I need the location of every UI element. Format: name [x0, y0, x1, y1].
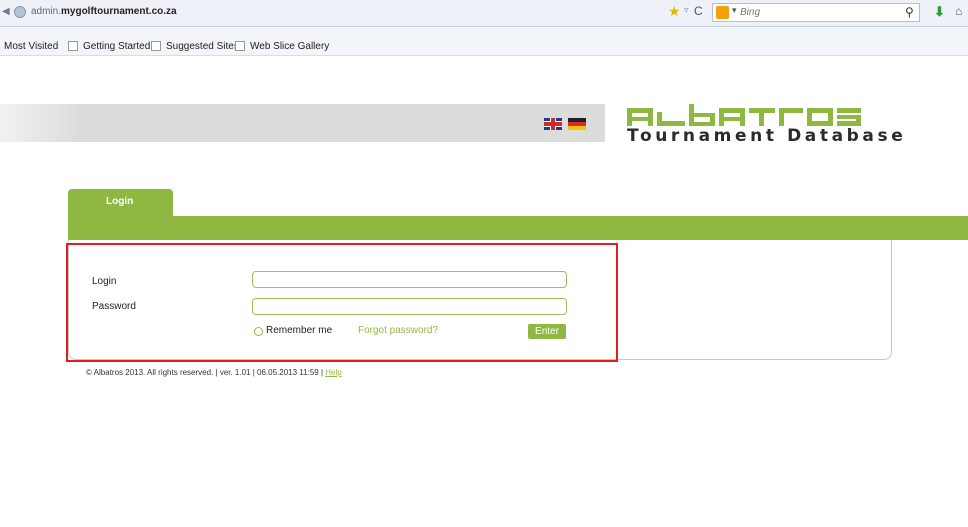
footer: © Albatros 2013. All rights reserved. | …	[86, 368, 342, 377]
address-bar[interactable]: admin.mygolftournament.co.za	[31, 6, 177, 17]
tab-band	[68, 216, 968, 240]
forgot-password-link[interactable]: Forgot password?	[358, 325, 438, 336]
bookmarks-toolbar: Most Visited Getting Started Suggested S…	[0, 27, 968, 56]
search-box[interactable]: ▾ ⚲	[712, 3, 920, 22]
page-icon	[235, 41, 245, 51]
remember-me-radio[interactable]	[254, 327, 263, 336]
bookmark-star-icon[interactable]: ★	[668, 3, 681, 20]
password-input[interactable]	[252, 298, 567, 315]
help-link[interactable]: Help	[325, 368, 341, 377]
page-icon	[151, 41, 161, 51]
reload-icon[interactable]: C	[694, 4, 703, 18]
home-icon[interactable]: ⌂	[955, 4, 962, 18]
bookmark-suggested-sites[interactable]: Suggested Sites	[151, 41, 239, 52]
search-input[interactable]	[740, 5, 890, 20]
logo-subtitle: Tournament Database	[627, 126, 907, 146]
bookmark-most-visited[interactable]: Most Visited	[4, 41, 58, 52]
german-flag-icon[interactable]	[568, 118, 586, 130]
search-engine-dropdown-icon[interactable]: ▾	[732, 5, 737, 16]
password-label: Password	[92, 301, 136, 312]
footer-text: © Albatros 2013. All rights reserved. | …	[86, 368, 326, 377]
bookmark-web-slice-gallery[interactable]: Web Slice Gallery	[235, 41, 329, 52]
url-prefix: admin.	[31, 6, 62, 17]
bing-icon[interactable]	[716, 6, 729, 19]
page-icon	[68, 41, 78, 51]
tab-login[interactable]: Login	[68, 189, 173, 217]
bookmark-getting-started[interactable]: Getting Started	[68, 41, 150, 52]
download-icon[interactable]: ⬇	[934, 4, 945, 20]
tab-label: Login	[106, 196, 134, 207]
login-input[interactable]	[252, 271, 567, 288]
login-label: Login	[92, 276, 117, 287]
albatros-logo	[627, 104, 861, 126]
site-globe-icon	[14, 6, 26, 18]
back-arrow-icon[interactable]: ◀	[2, 6, 10, 18]
header-bar	[0, 104, 605, 142]
uk-flag-icon[interactable]	[544, 118, 562, 130]
search-icon[interactable]: ⚲	[905, 5, 914, 19]
history-dropdown-icon[interactable]: ▿	[684, 5, 689, 16]
browser-urlbar: ◀ admin.mygolftournament.co.za ★ ▿ C ▾ ⚲…	[0, 0, 968, 27]
enter-button[interactable]: Enter	[528, 324, 566, 339]
remember-me-label[interactable]: Remember me	[266, 325, 332, 336]
url-domain: mygolftournament.co.za	[61, 6, 177, 17]
